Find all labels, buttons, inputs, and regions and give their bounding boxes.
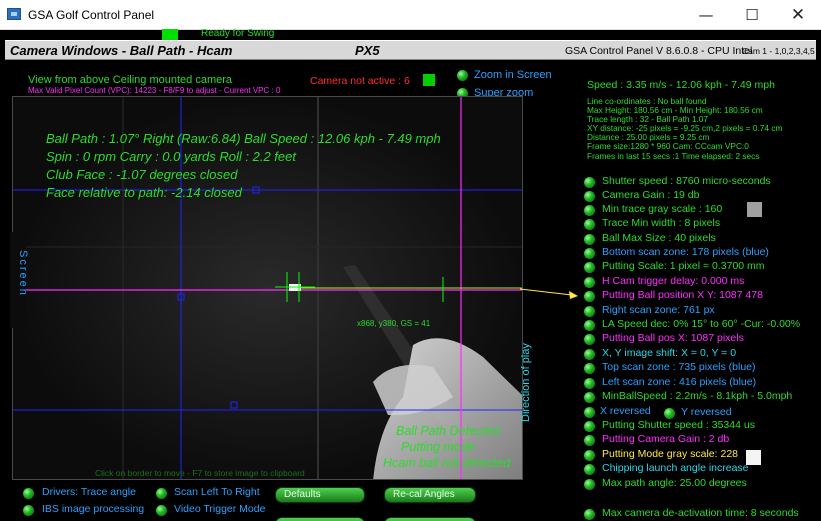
title-bar: GSA Golf Control Panel — ☐ ✕ (0, 0, 821, 30)
setting-label[interactable]: Chipping launch angle increase (602, 462, 749, 474)
shot-spin-carry: Spin : 0 rpm Carry : 0.0 yards Roll : 2.… (46, 149, 296, 164)
video-trigger-toggle[interactable] (156, 505, 167, 516)
pointer-arrow-icon (520, 288, 578, 299)
setting-label[interactable]: X reversed (600, 405, 651, 417)
zoom-in-screen-label[interactable]: Zoom in Screen (474, 69, 552, 81)
setting-label[interactable]: Max path angle: 25.00 degrees (602, 477, 747, 489)
setting-toggle[interactable] (584, 378, 595, 389)
ibs-label[interactable]: IBS image processing (42, 503, 144, 515)
setting-label[interactable]: Bottom scan zone: 178 pixels (blue) (602, 246, 769, 258)
defaults-button[interactable]: Defaults (275, 487, 365, 503)
camera-image[interactable]: Ball Path : 1.07° Right (Raw:6.84) Ball … (12, 96, 523, 480)
detected-putting-mode: Putting mode (401, 440, 475, 454)
setting-toggle[interactable] (584, 306, 595, 317)
setting-label[interactable]: Max camera de-activation time: 8 seconds (602, 507, 799, 519)
info-frame-size: Frame size:1280 * 960 Cam: CCcam VPC:0 (587, 141, 749, 151)
setting-toggle[interactable] (584, 177, 595, 188)
setting-label[interactable]: Putting Scale: 1 pixel = 0.3700 mm (602, 260, 765, 272)
setting-toggle[interactable] (584, 349, 595, 360)
setting-label[interactable]: Putting Camera Gain : 2 db (602, 433, 729, 445)
panel-header: Camera Windows - Ball Path - Hcam PX5 GS… (5, 40, 816, 60)
setting-toggle[interactable] (584, 277, 595, 288)
setting-label[interactable]: Shutter speed : 8760 micro-seconds (602, 175, 771, 187)
setting-toggle[interactable] (584, 509, 595, 520)
camera-status-indicator (423, 74, 435, 86)
setting-toggle[interactable] (584, 479, 595, 490)
frame-hint: Click on border to move - F7 to store im… (95, 468, 305, 478)
detected-ball-path: Ball Path Detected (396, 424, 500, 438)
setting-toggle[interactable] (584, 191, 595, 202)
video-trigger-label[interactable]: Video Trigger Mode (174, 503, 265, 515)
setting-toggle[interactable] (584, 363, 595, 374)
screen-label: Screen (17, 250, 29, 297)
setting-label[interactable]: Putting Ball position X Y: 1087 478 (602, 289, 763, 301)
camera-list-label: Cam 1 - 1,0,2,3,4,5 (742, 46, 815, 56)
setting-toggle[interactable] (584, 334, 595, 345)
drivers-trace-toggle[interactable] (23, 488, 34, 499)
setting-label[interactable]: LA Speed dec: 0% 15° to 60° -Cur: -0.00% (602, 318, 800, 330)
setting-toggle[interactable] (584, 248, 595, 259)
camera-status: Camera not active : 6 (310, 75, 410, 87)
setting-label[interactable]: Trace Min width : 8 pixels (602, 217, 720, 229)
setting-toggle[interactable] (584, 407, 595, 418)
setting-toggle[interactable] (584, 234, 595, 245)
setting-toggle[interactable] (584, 435, 595, 446)
window-title: GSA Golf Control Panel (28, 8, 155, 22)
setting-label[interactable]: Right scan zone: 761 px (602, 304, 715, 316)
setting-label[interactable]: Putting Ball pos X: 1087 pixels (602, 332, 744, 344)
info-frames: Frames in last 15 secs :1 Time elapsed: … (587, 151, 760, 161)
setting-label[interactable]: Left scan zone : 416 pixels (blue) (602, 376, 756, 388)
maximize-button[interactable]: ☐ (729, 0, 775, 30)
cursor-readout: x868, y380, GS = 41 (357, 319, 431, 328)
detected-hcam-roll: Hcam ball roll detected (383, 456, 511, 470)
setting-label[interactable]: Ball Max Size : 40 pixels (602, 232, 716, 244)
camera-view-label: View from above Ceiling mounted camera (28, 74, 233, 86)
y-reversed-toggle[interactable] (664, 408, 675, 419)
recal-angles-button[interactable]: Re-cal Angles (384, 487, 476, 503)
scan-left-right-toggle[interactable] (156, 488, 167, 499)
putting-gray-swatch (746, 450, 761, 465)
model-label: PX5 (355, 43, 380, 58)
ready-status-text: Ready for Swing (201, 28, 275, 39)
status-strip (0, 30, 821, 40)
setting-label[interactable]: Camera Gain : 19 db (602, 189, 699, 201)
setting-label[interactable]: Putting Shutter speed : 35344 us (602, 419, 755, 431)
trace-gray-swatch (747, 202, 762, 217)
setting-toggle[interactable] (584, 320, 595, 331)
setting-toggle[interactable] (584, 262, 595, 273)
lower-button-left[interactable] (275, 517, 365, 521)
zoom-in-screen-toggle[interactable] (457, 70, 468, 81)
vpc-readout: Max Valid Pixel Count (VPC): 14223 - F8/… (28, 86, 281, 95)
ibs-toggle[interactable] (23, 505, 34, 516)
speed-readout: Speed : 3.35 m/s - 12.06 kph - 7.49 mph (587, 79, 775, 91)
window-caption: Camera Windows - Ball Path - Hcam (10, 43, 233, 58)
drivers-trace-label[interactable]: Drivers: Trace angle (42, 486, 136, 498)
setting-label[interactable]: H Cam trigger delay: 0.000 ms (602, 275, 744, 287)
setting-toggle[interactable] (584, 450, 595, 461)
app-icon (7, 8, 21, 20)
setting-toggle[interactable] (584, 392, 595, 403)
shot-club-face: Club Face : -1.07 degrees closed (46, 167, 238, 182)
setting-toggle[interactable] (584, 421, 595, 432)
setting-toggle[interactable] (584, 205, 595, 216)
direction-of-play-label: Direction of play (520, 343, 532, 422)
setting-toggle[interactable] (584, 464, 595, 475)
lower-button-right[interactable] (384, 517, 476, 521)
scan-left-right-label[interactable]: Scan Left To Right (174, 486, 260, 498)
setting-toggle[interactable] (584, 219, 595, 230)
setting-toggle[interactable] (584, 291, 595, 302)
setting-label[interactable]: X, Y image shift: X = 0, Y = 0 (602, 347, 736, 359)
setting-label[interactable]: Min trace gray scale : 160 (602, 203, 722, 215)
setting-label[interactable]: MinBallSpeed : 2.2m/s - 8.1kph - 5.0mph (602, 390, 792, 402)
minimize-button[interactable]: — (683, 0, 729, 30)
version-label: GSA Control Panel V 8.6.0.8 - CPU Intel (565, 45, 753, 57)
shot-ball-path: Ball Path : 1.07° Right (Raw:6.84) Ball … (46, 131, 441, 146)
setting-label[interactable]: Top scan zone : 735 pixels (blue) (602, 361, 756, 373)
setting-label[interactable]: Putting Mode gray scale: 228 (602, 448, 738, 460)
y-reversed-label[interactable]: Y reversed (681, 406, 732, 418)
close-button[interactable]: ✕ (775, 0, 821, 30)
shot-face-to-path: Face relative to path: -2.14 closed (46, 185, 242, 200)
